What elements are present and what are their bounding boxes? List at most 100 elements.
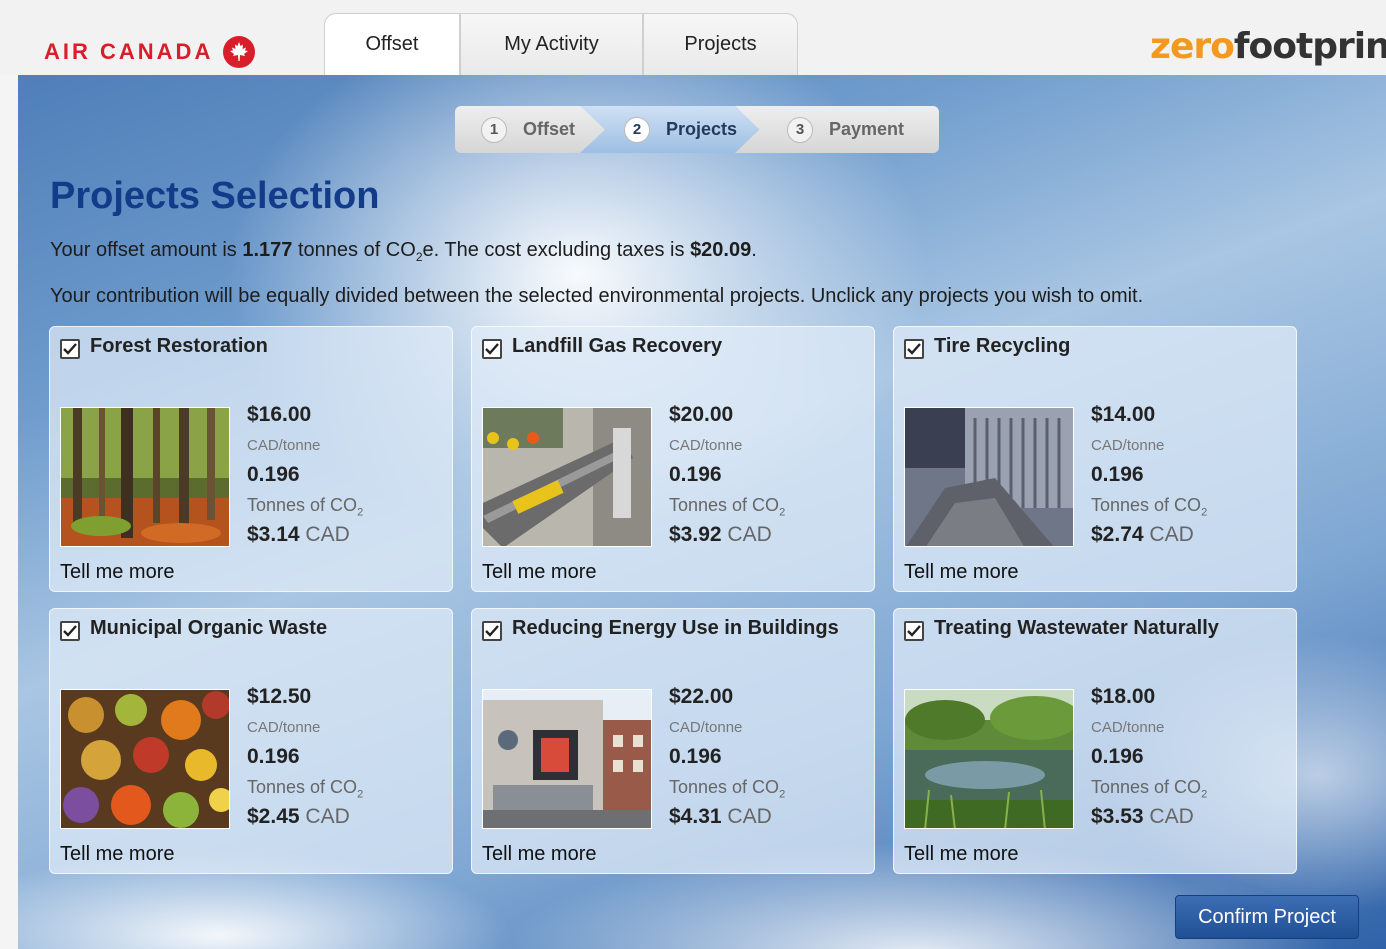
project-amount: $4.31 CAD [669,805,772,829]
step-number: 2 [624,116,650,143]
step-number: 3 [787,116,813,143]
amount-currency: CAD [727,805,772,828]
price-per-tonne: $20.00 [669,403,734,426]
checkmark-icon [907,343,921,355]
step-label: Offset [523,119,576,139]
project-checkbox[interactable] [60,621,80,641]
price-per-tonne: $22.00 [669,685,734,708]
zerofootprint-logo[interactable]: zerofootprint™ [1150,26,1386,67]
top-bar: AIR CANADA Offset My Activity Projects z… [0,0,1386,75]
price-per-tonne: $14.00 [1091,403,1156,426]
price-unit: CAD/tonne [669,437,743,454]
organic-waste-photo [60,689,230,829]
amount-value: $3.14 [247,523,300,546]
tell-me-more-link[interactable]: Tell me more [904,843,1018,866]
project-title: Tire Recycling [934,335,1071,357]
tonnes-label: Tonnes of CO2 [247,777,363,801]
step-projects[interactable]: 2 Projects [580,106,760,153]
air-canada-logo[interactable]: AIR CANADA [44,36,256,68]
instruction-text: Your contribution will be equally divide… [50,285,1144,307]
step-label: Projects [666,119,738,139]
tonnes-value: 0.196 [669,745,722,768]
amount-value: $3.92 [669,523,722,546]
tonnes-value: 0.196 [1091,463,1144,486]
project-title: Forest Restoration [90,335,268,357]
project-amount: $3.14 CAD [247,523,350,547]
main-panel: 1 Offset 2 Projects 3 Payment Projects S… [18,75,1386,949]
project-checkbox[interactable] [482,339,502,359]
amount-value: $2.45 [247,805,300,828]
tab-offset[interactable]: Offset [324,13,460,75]
project-title: Landfill Gas Recovery [512,335,723,357]
project-title: Treating Wastewater Naturally [934,617,1219,639]
price-unit: CAD/tonne [247,437,321,454]
brand-name: AIR CANADA [44,39,214,64]
confirm-project-button[interactable]: Confirm Project [1175,895,1359,939]
co2-subscript: 2 [415,250,423,264]
project-checkbox[interactable] [904,621,924,641]
co2-subscript: 2 [357,788,364,801]
price-unit: CAD/tonne [1091,719,1165,736]
tonnes-label: Tonnes of CO2 [669,495,785,519]
offset-amount: 1.177 [242,239,293,261]
tell-me-more-link[interactable]: Tell me more [482,843,596,866]
co2-subscript: 2 [1201,506,1208,519]
page-title: Projects Selection [50,175,380,217]
project-card-treating-wastewater-naturally: Treating Wastewater Naturally $18.00 CAD… [893,608,1297,874]
price-unit: CAD/tonne [669,719,743,736]
tell-me-more-link[interactable]: Tell me more [60,843,174,866]
project-amount: $2.74 CAD [1091,523,1194,547]
tell-me-more-link[interactable]: Tell me more [904,561,1018,584]
amount-currency: CAD [1149,523,1194,546]
step-payment[interactable]: 3 Payment [735,106,939,153]
step-offset[interactable]: 1 Offset [455,106,605,153]
tonnes-label-text: Tonnes of CO [1091,777,1202,797]
step-number: 1 [481,116,507,143]
project-checkbox[interactable] [482,621,502,641]
amount-currency: CAD [305,523,350,546]
tab-projects[interactable]: Projects [643,13,798,75]
main-nav-tabs: Offset My Activity Projects [324,13,798,75]
amount-value: $2.74 [1091,523,1144,546]
tonnes-value: 0.196 [1091,745,1144,768]
amount-currency: CAD [1149,805,1194,828]
building-photo [482,689,652,829]
co2-subscript: 2 [779,788,786,801]
tell-me-more-link[interactable]: Tell me more [482,561,596,584]
offset-summary-unit: tonnes of CO [292,239,416,261]
price-per-tonne: $12.50 [247,685,312,708]
project-amount: $2.45 CAD [247,805,350,829]
checkout-stepper: 1 Offset 2 Projects 3 Payment [455,106,939,153]
project-checkbox[interactable] [60,339,80,359]
price-unit: CAD/tonne [247,719,321,736]
tonnes-label-text: Tonnes of CO [669,495,780,515]
project-checkbox[interactable] [904,339,924,359]
tonnes-label-text: Tonnes of CO [247,495,358,515]
tonnes-label-text: Tonnes of CO [669,777,780,797]
tab-my-activity[interactable]: My Activity [460,13,643,75]
checkmark-icon [63,343,77,355]
tonnes-value: 0.196 [247,745,300,768]
project-card-forest-restoration: Forest Restoration $16.00 CAD/tonne 0.19… [49,326,453,592]
tire-recycling-photo [904,407,1074,547]
checkmark-icon [485,625,499,637]
landfill-pipe-photo [482,407,652,547]
offset-summary-prefix: Your offset amount is [50,239,243,261]
offset-summary: Your offset amount is 1.177 tonnes of CO… [50,239,757,264]
tell-me-more-link[interactable]: Tell me more [60,561,174,584]
amount-value: $4.31 [669,805,722,828]
checkmark-icon [63,625,77,637]
forest-photo [60,407,230,547]
amount-currency: CAD [305,805,350,828]
price-per-tonne: $18.00 [1091,685,1156,708]
project-card-reducing-energy-use-in-buildings: Reducing Energy Use in Buildings $22.00 … [471,608,875,874]
zerofootprint-logo-prefix: zero [1150,26,1235,67]
tonnes-label: Tonnes of CO2 [1091,777,1207,801]
co2-subscript: 2 [1201,788,1208,801]
zerofootprint-logo-suffix: footprint [1233,26,1386,67]
checkmark-icon [485,343,499,355]
tonnes-label: Tonnes of CO2 [669,777,785,801]
tonnes-label-text: Tonnes of CO [247,777,358,797]
total-cost: $20.09 [690,239,752,261]
price-unit: CAD/tonne [1091,437,1165,454]
